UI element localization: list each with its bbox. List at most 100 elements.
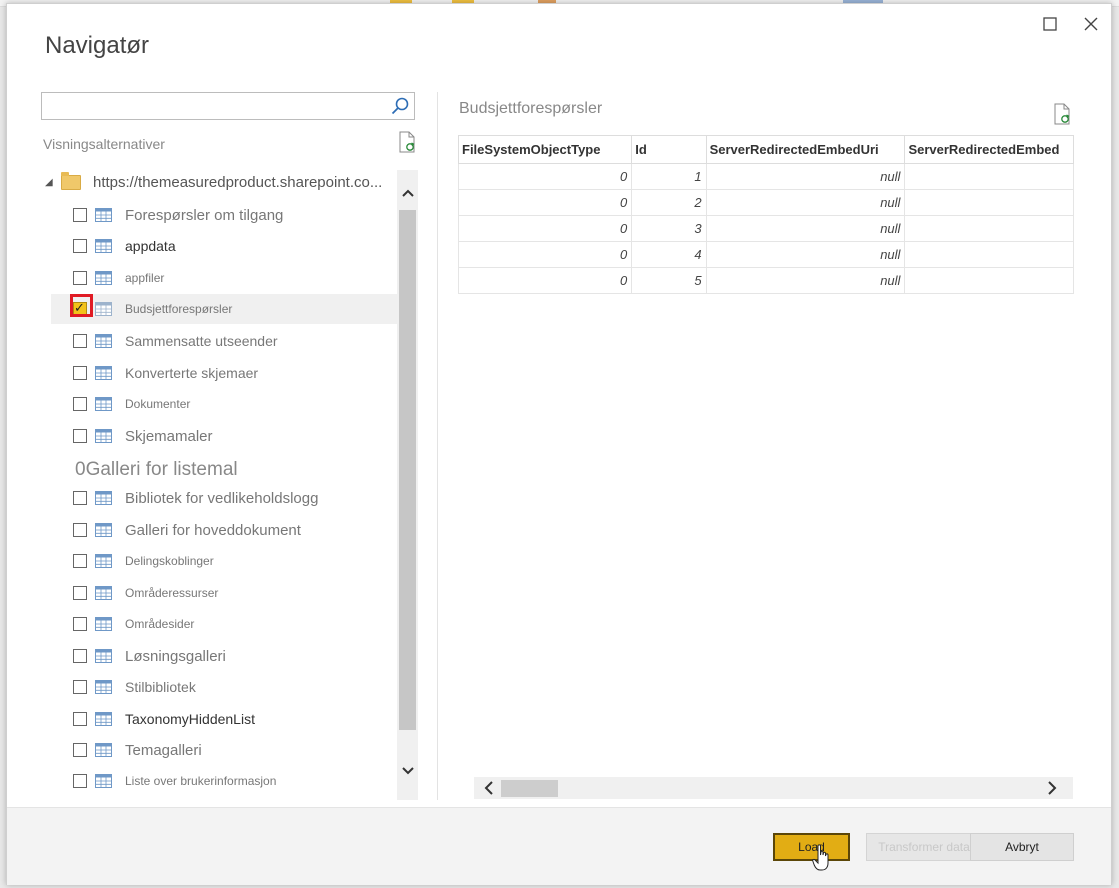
refresh-icon[interactable]	[397, 131, 417, 153]
list-item[interactable]: appfiler	[51, 263, 397, 293]
item-checkbox[interactable]	[73, 586, 87, 600]
item-checkbox[interactable]	[73, 271, 87, 285]
list-item-selected[interactable]: ✓ Budsjettforespørsler	[51, 294, 397, 324]
table-icon	[95, 680, 112, 694]
item-checkbox[interactable]	[73, 649, 87, 663]
item-checkbox[interactable]	[73, 429, 87, 443]
left-scrollbar[interactable]	[397, 170, 418, 800]
list-item[interactable]: Liste over brukerinformasjon	[51, 766, 397, 796]
table-icon	[95, 617, 112, 631]
scrollbar-thumb[interactable]	[501, 780, 558, 797]
table-icon	[95, 239, 112, 253]
item-checkbox[interactable]	[73, 334, 87, 348]
list-item[interactable]: Stilbibliotek	[51, 672, 397, 702]
item-checkbox[interactable]	[73, 680, 87, 694]
scroll-left-button[interactable]	[479, 779, 497, 797]
list-item[interactable]: TaxonomyHiddenList	[51, 704, 397, 734]
column-header[interactable]: Id	[631, 135, 707, 164]
dialog-title: Navigatør	[45, 32, 150, 59]
maximize-icon	[1043, 17, 1057, 31]
list-item[interactable]: Delingskoblinger	[51, 546, 397, 576]
column-header[interactable]: ServerRedirectedEmbed	[904, 135, 1074, 164]
search-icon[interactable]	[390, 96, 410, 116]
list-item[interactable]: Områdesider	[51, 609, 397, 639]
horizontal-scrollbar[interactable]	[474, 777, 1073, 799]
table-cell: 0	[458, 267, 633, 294]
item-checkbox[interactable]	[73, 239, 87, 253]
table-row: 0 2 null	[458, 189, 1074, 216]
table-cell: 0	[458, 241, 633, 268]
table-icon	[95, 302, 112, 316]
item-label: Bibliotek for vedlikeholdslogg	[125, 489, 319, 507]
table-cell: 0	[458, 215, 633, 242]
list-item[interactable]: Forespørsler om tilgang	[51, 200, 397, 230]
table-cell: 1	[631, 163, 707, 190]
item-label: Områdesider	[125, 617, 195, 631]
tree-root-node[interactable]: ◢ https://themeasuredproduct.sharepoint.…	[45, 170, 382, 194]
item-label: Temagalleri	[125, 741, 202, 759]
item-checkbox[interactable]	[73, 366, 87, 380]
highlight-frame	[70, 294, 93, 317]
collapse-triangle-icon[interactable]: ◢	[45, 177, 57, 188]
table-icon	[95, 397, 112, 411]
item-checkbox[interactable]	[73, 208, 87, 222]
preview-table: FileSystemObjectType Id ServerRedirected…	[458, 135, 1074, 294]
table-cell: null	[705, 267, 906, 294]
item-label: Løsningsgalleri	[125, 647, 226, 665]
list-item[interactable]: Konverterte skjemaer	[51, 358, 397, 388]
close-button[interactable]	[1076, 10, 1106, 38]
table-cell: null	[705, 189, 906, 216]
table-cell: 0	[458, 189, 633, 216]
view-options-menu[interactable]: Visningsalternativer	[43, 136, 165, 152]
scroll-right-button[interactable]	[1043, 779, 1061, 797]
item-label: Sammensatte utseender	[125, 333, 278, 349]
list-item[interactable]: Løsningsgalleri	[51, 641, 397, 671]
tree-root-label: https://themeasuredproduct.sharepoint.co…	[93, 173, 383, 191]
item-checkbox[interactable]	[73, 617, 87, 631]
item-label: appfiler	[125, 271, 165, 285]
list-item[interactable]: Sammensatte utseender	[51, 326, 397, 356]
item-checkbox[interactable]	[73, 712, 87, 726]
item-checkbox[interactable]	[73, 743, 87, 757]
column-header[interactable]: FileSystemObjectType	[458, 135, 633, 164]
transform-data-button[interactable]: Transformer data	[866, 833, 982, 861]
list-item[interactable]: appdata	[51, 231, 397, 261]
list-item[interactable]: Dokumenter	[51, 389, 397, 419]
item-checkbox[interactable]	[73, 397, 87, 411]
table-cell: 4	[631, 241, 707, 268]
item-label: Konverterte skjemaer	[125, 365, 259, 381]
table-icon	[95, 743, 112, 757]
table-cell	[904, 189, 1074, 216]
table-cell	[904, 215, 1074, 242]
item-checkbox[interactable]	[73, 523, 87, 537]
item-label: Forespørsler om tilgang	[125, 206, 284, 224]
list-item[interactable]: Områderessurser	[51, 578, 397, 608]
column-header[interactable]: ServerRedirectedEmbedUri	[705, 135, 906, 164]
item-checkbox[interactable]	[73, 774, 87, 788]
table-icon	[95, 271, 112, 285]
item-checkbox[interactable]	[73, 554, 87, 568]
refresh-preview-icon[interactable]	[1052, 103, 1072, 125]
table-icon	[95, 429, 112, 443]
item-label: Dokumenter	[125, 397, 191, 411]
list-item[interactable]: Galleri for hoveddokument	[51, 515, 397, 545]
item-label: Skjemamaler	[125, 427, 213, 445]
item-label: Delingskoblinger	[125, 554, 214, 568]
table-row: 0 5 null	[458, 267, 1074, 294]
table-cell: null	[705, 163, 906, 190]
list-item[interactable]: Bibliotek for vedlikeholdslogg	[51, 483, 397, 513]
section-heading: 0Galleri for listemal	[75, 459, 238, 480]
chevron-right-icon	[1047, 781, 1056, 795]
table-row: 0 3 null	[458, 215, 1074, 242]
table-icon	[95, 712, 112, 726]
item-checkbox[interactable]	[73, 491, 87, 505]
search-input[interactable]	[46, 94, 390, 120]
maximize-button[interactable]	[1035, 10, 1065, 38]
scroll-up-button[interactable]	[399, 184, 416, 202]
list-item[interactable]: Temagalleri	[51, 735, 397, 765]
scrollbar-thumb[interactable]	[399, 210, 416, 730]
scroll-down-button[interactable]	[399, 762, 416, 780]
list-item[interactable]: Skjemamaler	[51, 421, 397, 451]
cancel-button[interactable]: Avbryt	[970, 833, 1074, 861]
table-icon	[95, 554, 112, 568]
